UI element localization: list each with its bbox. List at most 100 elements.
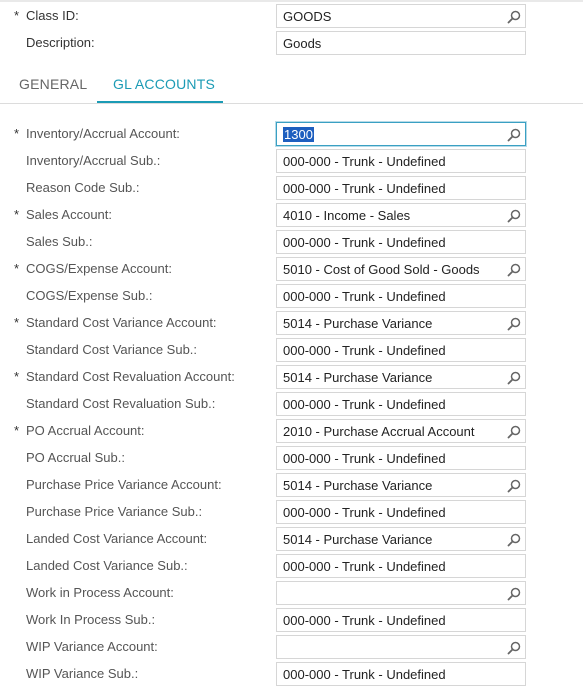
search-icon[interactable] — [506, 478, 522, 494]
standard-cost-revaluation-sub-value: 000-000 - Trunk - Undefined — [283, 397, 446, 412]
cogs-expense-sub-value: 000-000 - Trunk - Undefined — [283, 289, 446, 304]
required-marker: * — [14, 8, 20, 23]
work-in-process-account-row: Work in Process Account: — [0, 581, 583, 605]
search-icon[interactable] — [506, 316, 522, 332]
class-id-row: * Class ID: GOODS — [0, 4, 583, 28]
standard-cost-variance-sub-input[interactable]: 000-000 - Trunk - Undefined — [276, 338, 526, 362]
purchase-price-variance-sub-input[interactable]: 000-000 - Trunk - Undefined — [276, 500, 526, 524]
po-accrual-account-input[interactable]: 2010 - Purchase Accrual Account — [276, 419, 526, 443]
description-row: Description: Goods — [0, 31, 583, 55]
standard-cost-revaluation-account-input[interactable]: 5014 - Purchase Variance — [276, 365, 526, 389]
reason-code-sub-value: 000-000 - Trunk - Undefined — [283, 181, 446, 196]
cogs-expense-account-input[interactable]: 5010 - Cost of Good Sold - Goods — [276, 257, 526, 281]
po-accrual-sub-value: 000-000 - Trunk - Undefined — [283, 451, 446, 466]
cogs-expense-account-value: 5010 - Cost of Good Sold - Goods — [283, 262, 480, 277]
purchase-price-variance-sub-label: Purchase Price Variance Sub.: — [26, 504, 203, 519]
reason-code-sub-row: Reason Code Sub.: 000-000 - Trunk - Undef… — [0, 176, 583, 200]
inventory-accrual-account-value: 1300 — [283, 127, 314, 143]
sales-sub-label: Sales Sub.: — [26, 234, 93, 249]
purchase-price-variance-account-row: Purchase Price Variance Account: 5014 - P… — [0, 473, 583, 497]
work-in-process-sub-row: Work In Process Sub.: 000-000 - Trunk - U… — [0, 608, 583, 632]
search-icon[interactable] — [506, 532, 522, 548]
purchase-price-variance-sub-value: 000-000 - Trunk - Undefined — [283, 505, 446, 520]
wip-variance-sub-input[interactable]: 000-000 - Trunk - Undefined — [276, 662, 526, 686]
wip-variance-account-input[interactable] — [276, 635, 526, 659]
sales-account-input[interactable]: 4010 - Income - Sales — [276, 203, 526, 227]
standard-cost-variance-sub-label: Standard Cost Variance Sub.: — [26, 342, 198, 357]
description-input[interactable]: Goods — [276, 31, 526, 55]
wip-variance-sub-value: 000-000 - Trunk - Undefined — [283, 667, 446, 682]
standard-cost-variance-account-input[interactable]: 5014 - Purchase Variance — [276, 311, 526, 335]
search-icon[interactable] — [506, 640, 522, 656]
work-in-process-sub-input[interactable]: 000-000 - Trunk - Undefined — [276, 608, 526, 632]
search-icon[interactable] — [506, 262, 522, 278]
cogs-expense-sub-label: COGS/Expense Sub.: — [26, 288, 153, 303]
standard-cost-revaluation-account-value: 5014 - Purchase Variance — [283, 370, 433, 385]
sales-account-row: * Sales Account: 4010 - Income - Sales — [0, 203, 583, 227]
purchase-price-variance-sub-row: Purchase Price Variance Sub.: 000-000 - T… — [0, 500, 583, 524]
work-in-process-sub-label: Work In Process Sub.: — [26, 612, 156, 627]
standard-cost-revaluation-sub-label: Standard Cost Revaluation Sub.: — [26, 396, 216, 411]
work-in-process-account-input[interactable] — [276, 581, 526, 605]
selected-text: 1300 — [283, 127, 314, 142]
inventory-accrual-sub-label: Inventory/Accrual Sub.: — [26, 153, 161, 168]
description-value: Goods — [283, 36, 322, 51]
tab-gl-accounts[interactable]: GL ACCOUNTS — [113, 76, 215, 92]
tab-bar: GENERAL GL ACCOUNTS — [0, 70, 583, 104]
wip-variance-account-label: WIP Variance Account: — [26, 639, 158, 654]
search-icon[interactable] — [506, 370, 522, 386]
po-accrual-account-row: * PO Accrual Account: 2010 - Purchase Accr… — [0, 419, 583, 443]
tab-divider — [0, 103, 583, 104]
class-id-value: GOODS — [283, 9, 332, 24]
search-icon[interactable] — [506, 586, 522, 602]
search-icon[interactable] — [506, 424, 522, 440]
cogs-expense-sub-row: COGS/Expense Sub.: 000-000 - Trunk - Unde… — [0, 284, 583, 308]
work-in-process-account-label: Work in Process Account: — [26, 585, 174, 600]
standard-cost-variance-sub-value: 000-000 - Trunk - Undefined — [283, 343, 446, 358]
landed-cost-variance-sub-label: Landed Cost Variance Sub.: — [26, 558, 188, 573]
landed-cost-variance-sub-value: 000-000 - Trunk - Undefined — [283, 559, 446, 574]
required-marker: * — [14, 369, 20, 384]
standard-cost-variance-sub-row: Standard Cost Variance Sub.: 000-000 - Tr… — [0, 338, 583, 362]
inventory-accrual-sub-input[interactable]: 000-000 - Trunk - Undefined — [276, 149, 526, 173]
purchase-price-variance-account-input[interactable]: 5014 - Purchase Variance — [276, 473, 526, 497]
landed-cost-variance-sub-input[interactable]: 000-000 - Trunk - Undefined — [276, 554, 526, 578]
search-icon[interactable] — [506, 9, 522, 25]
search-icon[interactable] — [506, 127, 522, 143]
required-marker: * — [14, 261, 20, 276]
search-icon[interactable] — [506, 208, 522, 224]
sales-sub-value: 000-000 - Trunk - Undefined — [283, 235, 446, 250]
standard-cost-revaluation-account-row: * Standard Cost Revaluation Account: 5014 … — [0, 365, 583, 389]
standard-cost-revaluation-sub-row: Standard Cost Revaluation Sub.: 000-000 -… — [0, 392, 583, 416]
sales-sub-input[interactable]: 000-000 - Trunk - Undefined — [276, 230, 526, 254]
inventory-accrual-sub-value: 000-000 - Trunk - Undefined — [283, 154, 446, 169]
required-marker: * — [14, 207, 20, 222]
wip-variance-account-row: WIP Variance Account: — [0, 635, 583, 659]
reason-code-sub-input[interactable]: 000-000 - Trunk - Undefined — [276, 176, 526, 200]
standard-cost-revaluation-sub-input[interactable]: 000-000 - Trunk - Undefined — [276, 392, 526, 416]
description-label: Description: — [26, 35, 95, 50]
sales-sub-row: Sales Sub.: 000-000 - Trunk - Undefined — [0, 230, 583, 254]
po-accrual-sub-row: PO Accrual Sub.: 000-000 - Trunk - Undefi… — [0, 446, 583, 470]
po-accrual-account-label: PO Accrual Account: — [26, 423, 145, 438]
sales-account-value: 4010 - Income - Sales — [283, 208, 411, 223]
standard-cost-variance-account-row: * Standard Cost Variance Account: 5014 - P… — [0, 311, 583, 335]
po-accrual-sub-input[interactable]: 000-000 - Trunk - Undefined — [276, 446, 526, 470]
required-marker: * — [14, 126, 20, 141]
inventory-accrual-account-row: * Inventory/Accrual Account: 1300 — [0, 122, 583, 146]
landed-cost-variance-account-input[interactable]: 5014 - Purchase Variance — [276, 527, 526, 551]
required-marker: * — [14, 423, 20, 438]
cogs-expense-account-label: COGS/Expense Account: — [26, 261, 172, 276]
landed-cost-variance-sub-row: Landed Cost Variance Sub.: 000-000 - Trun… — [0, 554, 583, 578]
standard-cost-variance-account-label: Standard Cost Variance Account: — [26, 315, 217, 330]
landed-cost-variance-account-label: Landed Cost Variance Account: — [26, 531, 208, 546]
purchase-price-variance-account-value: 5014 - Purchase Variance — [283, 478, 433, 493]
cogs-expense-sub-input[interactable]: 000-000 - Trunk - Undefined — [276, 284, 526, 308]
reason-code-sub-label: Reason Code Sub.: — [26, 180, 140, 195]
class-id-input[interactable]: GOODS — [276, 4, 526, 28]
tab-general[interactable]: GENERAL — [19, 76, 87, 92]
top-strip — [0, 0, 583, 2]
required-marker: * — [14, 315, 20, 330]
wip-variance-sub-row: WIP Variance Sub.: 000-000 - Trunk - Unde… — [0, 662, 583, 686]
inventory-accrual-account-input[interactable]: 1300 — [276, 122, 526, 146]
